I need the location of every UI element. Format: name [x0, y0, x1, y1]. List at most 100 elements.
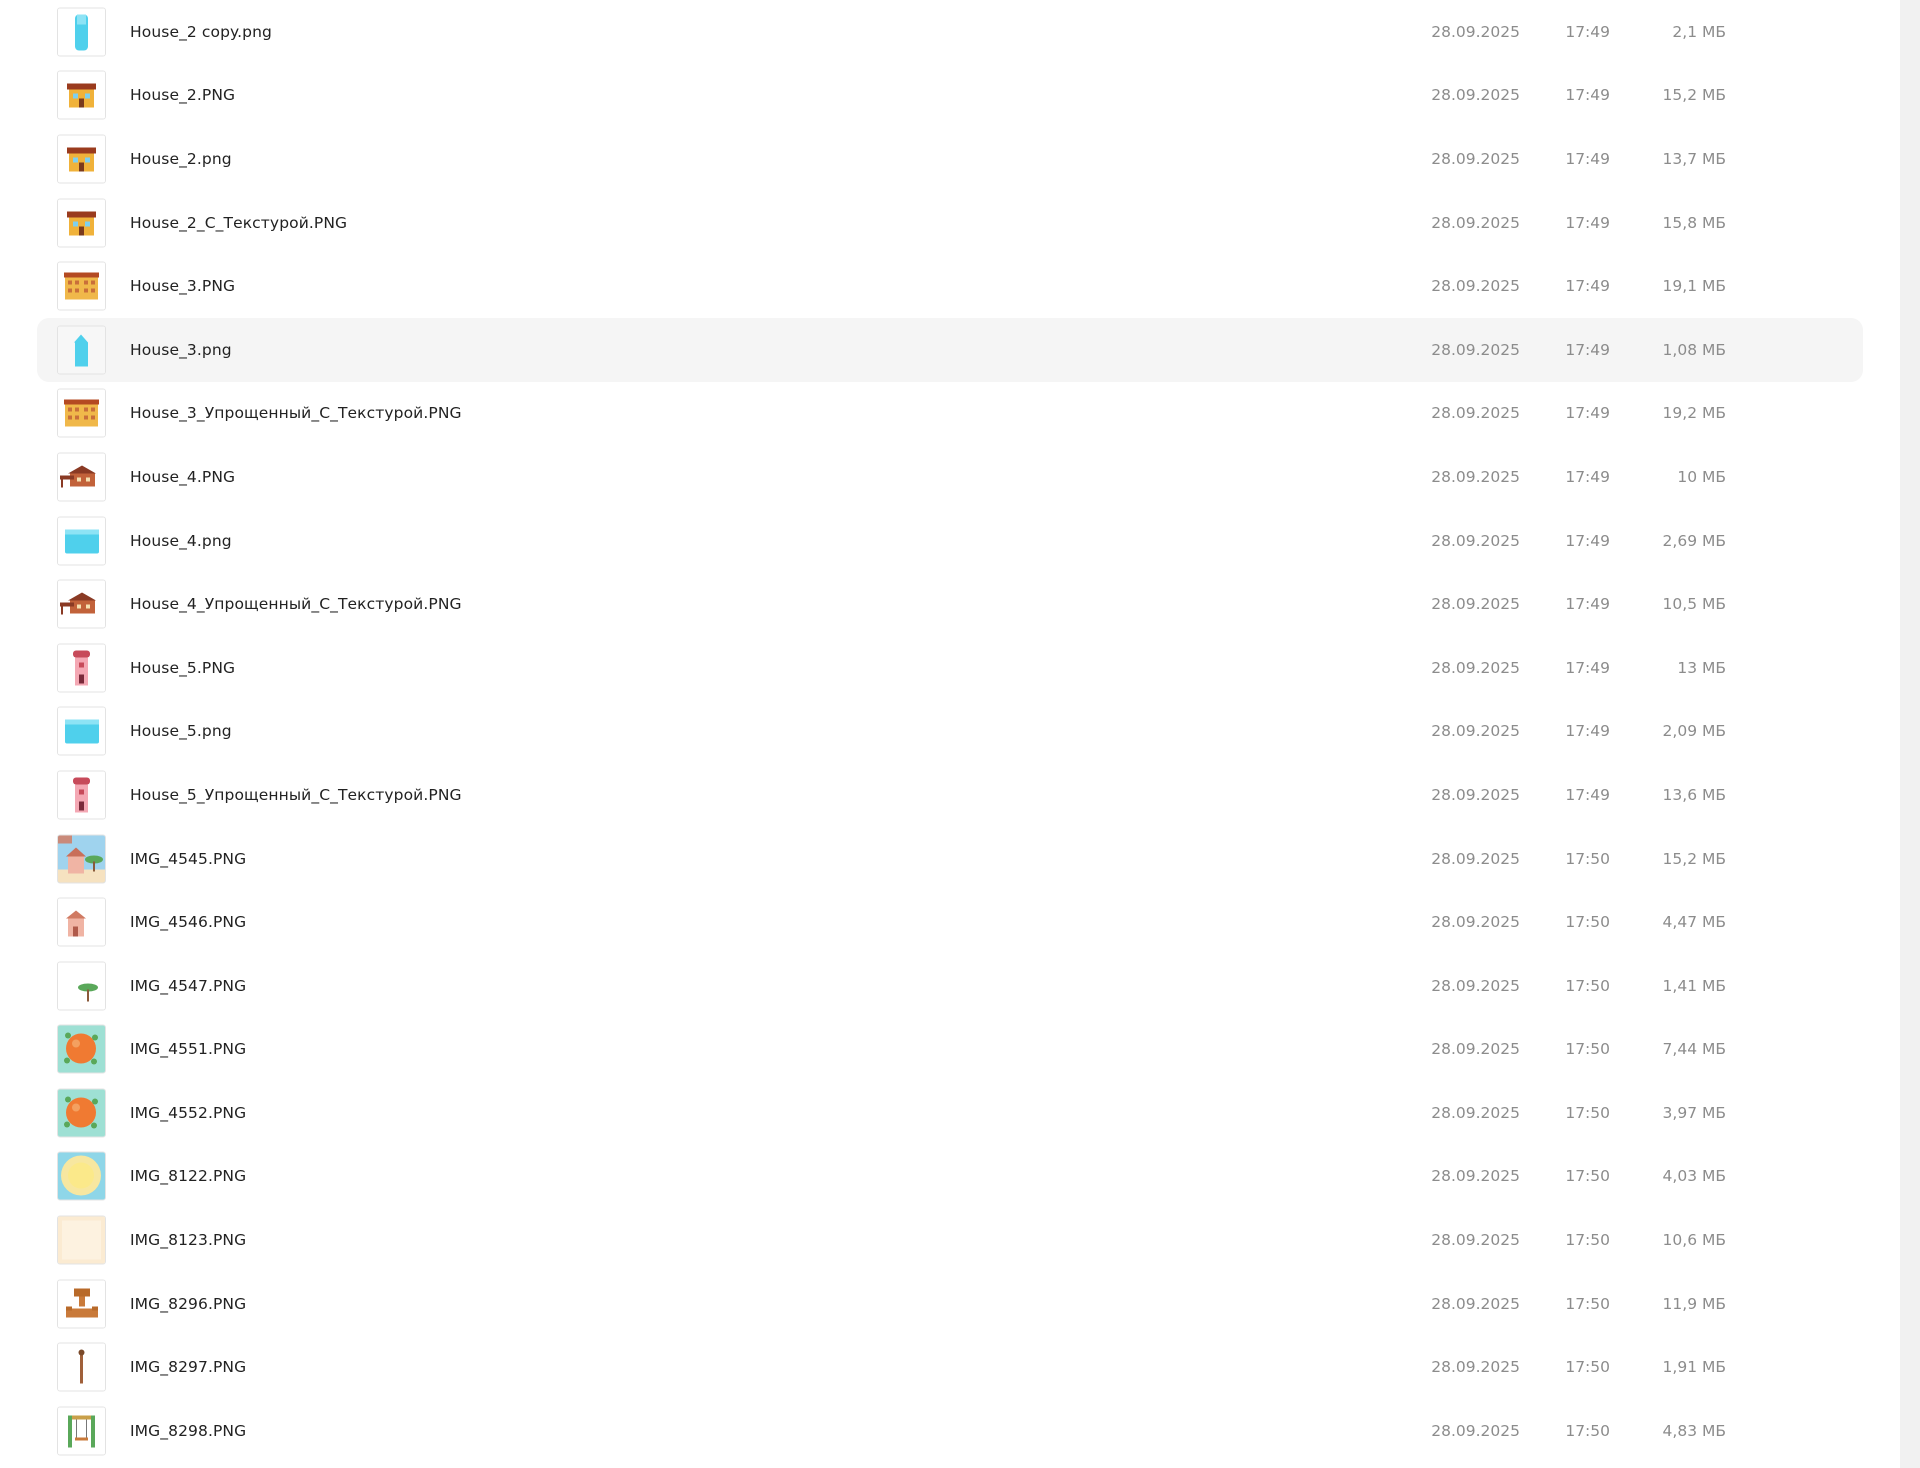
file-time: 17:50 [1565, 1167, 1610, 1186]
file-size: 1,41 МБ [1662, 976, 1726, 995]
file-row[interactable]: House_3.PNG 28.09.2025 17:49 19,1 МБ [37, 254, 1863, 318]
file-date: 28.09.2025 [1431, 785, 1520, 804]
file-size: 1,91 МБ [1662, 1358, 1726, 1377]
file-date: 28.09.2025 [1431, 213, 1520, 232]
file-time: 17:49 [1565, 340, 1610, 359]
file-row[interactable]: IMG_8296.PNG 28.09.2025 17:50 11,9 МБ [37, 1272, 1863, 1336]
file-time: 17:49 [1565, 722, 1610, 741]
file-name[interactable]: House_2.PNG [130, 86, 235, 104]
file-name[interactable]: House_4.png [130, 532, 232, 550]
file-name[interactable]: IMG_8296.PNG [130, 1295, 246, 1313]
file-name[interactable]: House_3.png [130, 341, 232, 359]
file-name[interactable]: IMG_4551.PNG [130, 1040, 246, 1058]
file-row[interactable]: House_2_С_Текстурой.PNG 28.09.2025 17:49 15… [37, 191, 1863, 255]
file-size: 15,2 МБ [1662, 849, 1726, 868]
file-row[interactable]: IMG_8123.PNG 28.09.2025 17:50 10,6 МБ [37, 1208, 1863, 1272]
pink-tower-icon [57, 643, 106, 693]
file-size: 1,08 МБ [1662, 340, 1726, 359]
file-time: 17:49 [1565, 531, 1610, 550]
file-time: 17:50 [1565, 1103, 1610, 1122]
file-row[interactable]: House_4.PNG 28.09.2025 17:49 10 МБ [37, 445, 1863, 509]
brick-house-icon [57, 579, 106, 629]
file-row[interactable]: House_5_Упрощенный_С_Текстурой.PNG 28.09.… [37, 763, 1863, 827]
file-time: 17:49 [1565, 595, 1610, 614]
file-time: 17:49 [1565, 467, 1610, 486]
file-time: 17:49 [1565, 86, 1610, 105]
file-row[interactable]: IMG_8298.PNG 28.09.2025 17:50 4,83 МБ [37, 1399, 1863, 1463]
file-name[interactable]: House_5_Упрощенный_С_Текстурой.PNG [130, 786, 462, 804]
file-size: 2,09 МБ [1662, 722, 1726, 741]
wooden-object-icon [57, 1279, 106, 1329]
file-time: 17:50 [1565, 976, 1610, 995]
file-row[interactable]: House_4.png 28.09.2025 17:49 2,69 МБ [37, 509, 1863, 573]
file-size: 2,69 МБ [1662, 531, 1726, 550]
blue-box-icon [57, 706, 106, 756]
file-list: House_2 copy.png 28.09.2025 17:49 2,1 МБ Hou… [37, 0, 1863, 1463]
file-name[interactable]: House_4_Упрощенный_С_Текстурой.PNG [130, 595, 462, 613]
file-name[interactable]: IMG_8123.PNG [130, 1231, 246, 1249]
scene-house-tree-icon [57, 834, 106, 884]
file-size: 19,2 МБ [1662, 404, 1726, 423]
file-name[interactable]: IMG_8297.PNG [130, 1358, 246, 1376]
file-name[interactable]: IMG_4547.PNG [130, 977, 246, 995]
file-row[interactable]: House_4_Упрощенный_С_Текстурой.PNG 28.09.… [37, 572, 1863, 636]
file-name[interactable]: House_5.PNG [130, 659, 235, 677]
file-row[interactable]: House_3_Упрощенный_С_Текстурой.PNG 28.09.… [37, 382, 1863, 446]
file-date: 28.09.2025 [1431, 1040, 1520, 1059]
file-name[interactable]: House_3_Упрощенный_С_Текстурой.PNG [130, 404, 462, 422]
file-date: 28.09.2025 [1431, 340, 1520, 359]
scrollbar-track[interactable] [1900, 0, 1920, 1468]
file-time: 17:49 [1565, 785, 1610, 804]
file-date: 28.09.2025 [1431, 1103, 1520, 1122]
file-size: 10,5 МБ [1662, 595, 1726, 614]
file-time: 17:50 [1565, 1040, 1610, 1059]
orange-house-icon [57, 134, 106, 184]
file-size: 3,97 МБ [1662, 1103, 1726, 1122]
file-row[interactable]: IMG_4551.PNG 28.09.2025 17:50 7,44 МБ [37, 1018, 1863, 1082]
file-date: 28.09.2025 [1431, 722, 1520, 741]
file-row[interactable]: IMG_8122.PNG 28.09.2025 17:50 4,03 МБ [37, 1145, 1863, 1209]
orange-house-icon [57, 70, 106, 120]
file-row[interactable]: House_5.png 28.09.2025 17:49 2,09 МБ [37, 700, 1863, 764]
file-row[interactable]: IMG_4552.PNG 28.09.2025 17:50 3,97 МБ [37, 1081, 1863, 1145]
file-time: 17:50 [1565, 1231, 1610, 1250]
file-row[interactable]: House_2.PNG 28.09.2025 17:49 15,2 МБ [37, 64, 1863, 128]
long-building-icon [57, 388, 106, 438]
file-name[interactable]: IMG_4545.PNG [130, 850, 246, 868]
file-name[interactable]: IMG_8122.PNG [130, 1167, 246, 1185]
file-row[interactable]: House_2.png 28.09.2025 17:49 13,7 МБ [37, 127, 1863, 191]
file-size: 10,6 МБ [1662, 1231, 1726, 1250]
file-row[interactable]: IMG_8297.PNG 28.09.2025 17:50 1,91 МБ [37, 1335, 1863, 1399]
file-name[interactable]: House_2 copy.png [130, 23, 272, 41]
file-name[interactable]: House_2.png [130, 150, 232, 168]
swing-icon [57, 1406, 106, 1456]
file-time: 17:49 [1565, 213, 1610, 232]
file-row[interactable]: House_3.png 28.09.2025 17:49 1,08 МБ [37, 317, 1863, 382]
file-size: 19,1 МБ [1662, 277, 1726, 296]
file-time: 17:49 [1565, 149, 1610, 168]
file-date: 28.09.2025 [1431, 467, 1520, 486]
file-name[interactable]: IMG_4546.PNG [130, 913, 246, 931]
file-date: 28.09.2025 [1431, 849, 1520, 868]
file-row[interactable]: IMG_4545.PNG 28.09.2025 17:50 15,2 МБ [37, 827, 1863, 891]
small-tree-icon [57, 961, 106, 1011]
file-name[interactable]: House_2_С_Текстурой.PNG [130, 214, 347, 232]
file-time: 17:50 [1565, 1358, 1610, 1377]
file-name[interactable]: House_4.PNG [130, 468, 235, 486]
file-date: 28.09.2025 [1431, 1294, 1520, 1313]
file-row[interactable]: IMG_4547.PNG 28.09.2025 17:50 1,41 МБ [37, 954, 1863, 1018]
file-date: 28.09.2025 [1431, 1358, 1520, 1377]
file-size: 13 МБ [1677, 658, 1726, 677]
small-pink-house-icon [57, 897, 106, 947]
file-row[interactable]: IMG_4546.PNG 28.09.2025 17:50 4,47 МБ [37, 890, 1863, 954]
file-name[interactable]: House_5.png [130, 722, 232, 740]
file-size: 2,1 МБ [1672, 22, 1726, 41]
file-name[interactable]: IMG_4552.PNG [130, 1104, 246, 1122]
file-size: 13,6 МБ [1662, 785, 1726, 804]
file-name[interactable]: House_3.PNG [130, 277, 235, 295]
file-row[interactable]: House_5.PNG 28.09.2025 17:49 13 МБ [37, 636, 1863, 700]
file-row[interactable]: House_2 copy.png 28.09.2025 17:49 2,1 МБ [37, 0, 1863, 64]
file-name[interactable]: IMG_8298.PNG [130, 1422, 246, 1440]
file-date: 28.09.2025 [1431, 658, 1520, 677]
blue-tower-icon [57, 7, 106, 57]
